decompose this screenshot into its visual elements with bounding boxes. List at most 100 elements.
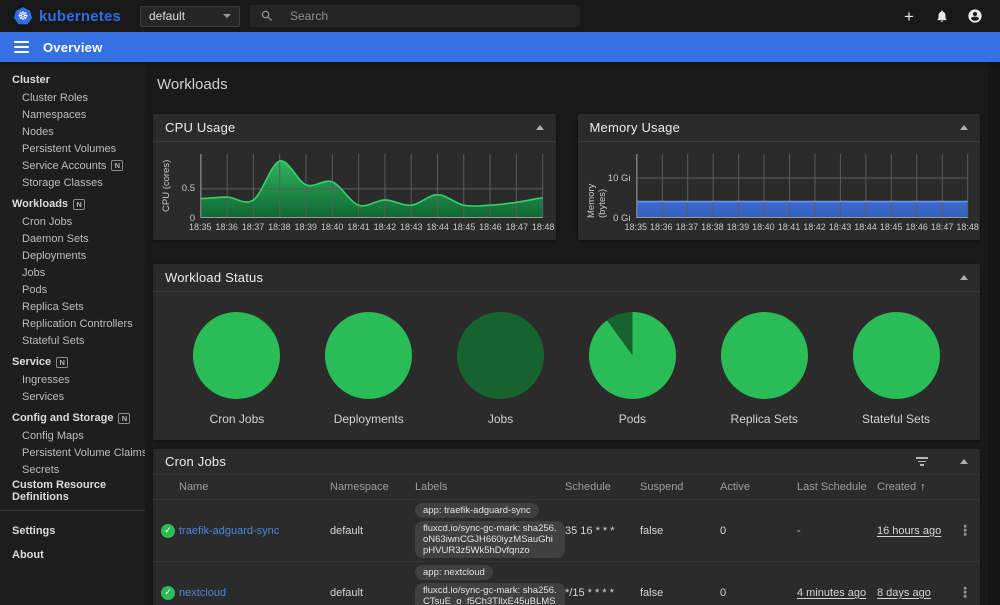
topbar: ☸ kubernetes default + [0, 0, 1000, 32]
sidebar-item-label: Daemon Sets [22, 232, 89, 245]
sidebar-item-label: Secrets [22, 463, 60, 476]
sidebar-divider [0, 510, 145, 511]
memory-y-ticks: 0 Gi 10 Gi [607, 154, 636, 224]
column-header-suspend[interactable]: Suspend [640, 481, 720, 493]
cronjob-name-link[interactable]: traefik-adguard-sync [179, 525, 330, 537]
sidebar-item-label: Service Accounts [22, 159, 107, 172]
filter-icon[interactable] [916, 457, 928, 466]
create-resource-icon[interactable]: + [900, 7, 918, 25]
sidebar-section-config-and-storage[interactable]: Config and Storage N [0, 409, 145, 427]
last-schedule-cell: 4 minutes ago [797, 587, 877, 599]
new-badge: N [118, 412, 131, 424]
cpu-y-axis-label: CPU (cores) [161, 159, 172, 213]
last-schedule-cell: - [797, 525, 877, 537]
schedule-cell: */15 * * * * [565, 586, 614, 599]
sidebar-item-label: Replica Sets [22, 300, 84, 313]
sidebar-item-ingresses[interactable]: Ingresses [0, 371, 145, 388]
sidebar-item-storage-classes[interactable]: Storage Classes [0, 174, 145, 191]
sidebar-item-persistent-volume-claims[interactable]: Persistent Volume Claims [0, 444, 145, 461]
appbar-title: Overview [43, 39, 103, 55]
sidebar-item-secrets[interactable]: Secrets [0, 461, 145, 478]
cronjob-name-link[interactable]: nextcloud [179, 587, 330, 599]
row-menu-icon[interactable]: ⋮ [952, 522, 978, 539]
sidebar-item-settings[interactable]: Settings [0, 519, 145, 543]
row-menu-icon[interactable]: ⋮ [952, 584, 978, 601]
notifications-bell-icon[interactable] [933, 7, 951, 25]
x-tick-label: 18:48 [956, 222, 979, 232]
sidebar-item-replication-controllers[interactable]: Replication Controllers [0, 315, 145, 332]
cpu-usage-title: CPU Usage [165, 120, 236, 135]
workload-status-deployments: Deployments [306, 312, 431, 426]
account-icon[interactable] [966, 7, 984, 25]
workload-status-replica-sets: Replica Sets [702, 312, 827, 426]
sidebar-item-about[interactable]: About [0, 543, 145, 567]
sidebar-item-replica-sets[interactable]: Replica Sets [0, 298, 145, 315]
menu-icon[interactable] [14, 41, 29, 53]
sidebar-item-service-accounts[interactable]: Service Accounts N [0, 157, 145, 174]
collapse-icon[interactable] [535, 125, 544, 130]
kubernetes-brand[interactable]: ☸ kubernetes [0, 7, 140, 25]
cpu-y-ticks: 0 0.5 [172, 154, 200, 223]
search-input[interactable] [290, 9, 570, 23]
label-chip: fluxcd.io/sync-gc-mark: sha256.oN63iwnCG… [415, 521, 565, 558]
workload-status-panel: Workload Status Cron Jobs Deployments Jobs… [153, 264, 980, 440]
x-tick-label: 18:45 [452, 222, 476, 232]
pie-chart-pods [588, 312, 676, 399]
namespace-selector[interactable]: default [140, 5, 240, 27]
sidebar-item-stateful-sets[interactable]: Stateful Sets [0, 332, 145, 349]
memory-usage-panel: Memory Usage Memory (bytes) 0 Gi 10 Gi 18… [577, 114, 980, 240]
namespace-cell: default [330, 586, 364, 599]
cpu-area-chart [200, 154, 544, 218]
sidebar-item-label: Ingresses [22, 373, 70, 386]
column-header-schedule[interactable]: Schedule [565, 481, 640, 493]
sidebar-section-custom-resource-definitions[interactable]: Custom Resource Definitions [0, 479, 145, 503]
collapse-icon[interactable] [960, 459, 968, 464]
collapse-icon[interactable] [960, 275, 968, 280]
column-header-name[interactable]: Name [179, 481, 330, 493]
chevron-down-icon [223, 14, 231, 18]
sidebar-item-label: Nodes [22, 125, 54, 138]
column-header-last-schedule[interactable]: Last Schedule [797, 481, 877, 493]
column-header-namespace[interactable]: Namespace [330, 481, 415, 493]
sidebar-item-daemon-sets[interactable]: Daemon Sets [0, 230, 145, 247]
memory-usage-panel-header: Memory Usage [577, 114, 980, 142]
sidebar-item-label: Services [22, 390, 65, 403]
sidebar-item-label: Persistent Volume Claims [22, 446, 145, 459]
created-cell: 8 days ago [877, 587, 952, 599]
column-header-created[interactable]: Created ↑ [877, 481, 952, 493]
x-tick-label: 18:45 [879, 222, 903, 232]
sidebar-item-services[interactable]: Services [0, 388, 145, 405]
sidebar-item-cron-jobs[interactable]: Cron Jobs [0, 213, 145, 230]
sidebar-section-service[interactable]: Service N [0, 353, 145, 371]
x-tick-label: 18:38 [701, 222, 724, 232]
sidebar-item-pods[interactable]: Pods [0, 281, 145, 298]
y-tick-label: 10 Gi [607, 172, 631, 184]
memory-y-axis-label: Memory (bytes) [585, 183, 608, 218]
sidebar-item-deployments[interactable]: Deployments [0, 247, 145, 264]
column-header-active[interactable]: Active [720, 481, 797, 493]
cpu-plot: 18:35 18:36 18:37 18:38 18:39 18:40 18:41 18:42… [189, 154, 554, 232]
labels-cell: app: nextcloud fluxcd.io/sync-gc-mark: sh… [415, 562, 565, 605]
sidebar-item-namespaces[interactable]: Namespaces [0, 106, 145, 123]
sidebar-item-jobs[interactable]: Jobs [0, 264, 145, 281]
page-title: Workloads [157, 76, 228, 93]
pie-chart-cron-jobs [193, 312, 281, 399]
sidebar-item-cluster-roles[interactable]: Cluster Roles [0, 89, 145, 106]
collapse-icon[interactable] [960, 125, 968, 130]
search-bar [250, 5, 580, 27]
sidebar-section-label: Workloads [12, 198, 69, 210]
sidebar-item-nodes[interactable]: Nodes [0, 123, 145, 140]
scrollbar[interactable] [988, 62, 1000, 605]
sidebar-item-persistent-volumes[interactable]: Persistent Volumes [0, 140, 145, 157]
sidebar-item-config-maps[interactable]: Config Maps [0, 427, 145, 444]
column-header-labels[interactable]: Labels [415, 481, 565, 493]
sidebar-section-workloads[interactable]: Workloads N [0, 195, 145, 213]
sidebar-section-cluster[interactable]: Cluster [0, 71, 145, 89]
x-tick-label: 18:47 [930, 222, 954, 232]
workload-status-header: Workload Status [153, 264, 980, 292]
x-tick-label: 18:46 [905, 222, 928, 232]
pie-chart-label: Stateful Sets [862, 412, 931, 426]
workload-status-stateful-sets: Stateful Sets [834, 312, 959, 426]
sidebar-item-label: Jobs [22, 266, 46, 279]
pie-chart-label: Replica Sets [730, 412, 798, 426]
